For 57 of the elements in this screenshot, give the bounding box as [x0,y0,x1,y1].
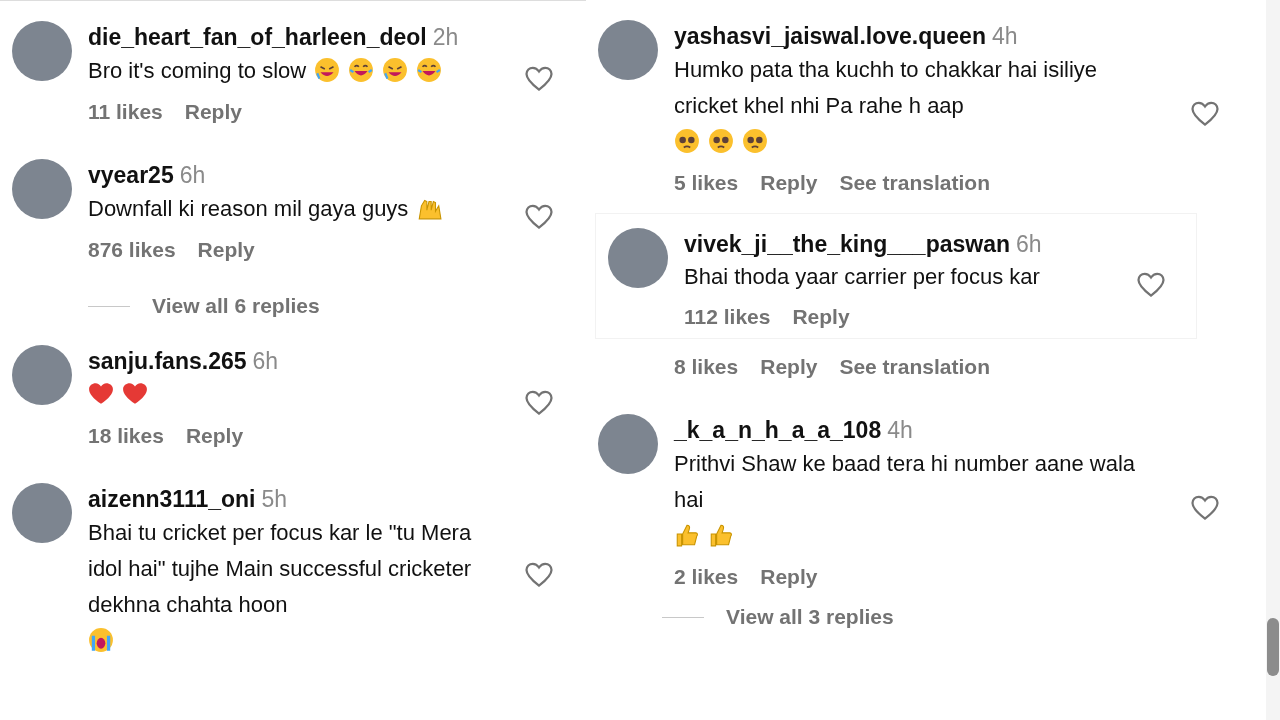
username[interactable]: vyear25 [88,162,174,188]
username[interactable]: _k_a_n_h_a_a_108 [674,417,882,443]
thumbs-up-icon [674,522,700,548]
likes-count: 8 likes [674,354,739,380]
avatar-placeholder[interactable] [598,20,658,80]
laughing-face-icon [416,57,443,83]
likes-count: 11 likes [88,99,163,125]
thumbs-up-icon [708,522,734,548]
avatar-placeholder[interactable] [12,483,72,543]
likes-count: 18 likes [88,423,164,449]
comment-text: Humko pata tha kuchh to chakkar hai isiliye cricket khel nhi Pa rahe h aap [674,56,1099,120]
see-translation-link[interactable]: See translation [839,166,990,200]
laughing-face-icon [348,57,375,83]
comment-time: 6h [1016,231,1042,257]
avatar-placeholder[interactable] [608,228,668,288]
avatar-placeholder[interactable] [12,159,72,219]
comment-text: Bhai thoda yaar carrier per focus kar [684,263,1040,291]
username[interactable]: yashasvi_jaiswal.love.queen [674,23,986,49]
reply-link[interactable]: Reply [760,166,818,200]
likes-count: 112 likes [684,304,771,330]
scrollbar-thumb[interactable] [1267,618,1279,676]
comment-time: 6h [179,162,206,188]
username[interactable]: die_heart_fan_of_harleen_deol [88,24,427,50]
username[interactable]: sanju.fans.265 [88,348,247,374]
laughing-face-icon [314,57,341,83]
comment-time: 5h [261,486,288,512]
likes-count: 2 likes [674,564,739,590]
see-translation-link[interactable]: See translation [839,350,990,384]
pleading-face-icon [674,128,700,154]
likes-count: 876 likes [88,237,176,263]
avatar-placeholder[interactable] [12,21,72,81]
scrollbar-track[interactable] [1266,0,1280,720]
reply-link[interactable]: Reply [184,95,242,129]
avatar-placeholder[interactable] [598,414,658,474]
view-replies-link[interactable]: View all 3 replies [726,600,894,634]
pleading-face-icon [742,128,768,154]
comment-time: 4h [991,23,1018,49]
likes-count: 5 likes [674,170,739,196]
crying-face-icon [88,627,114,653]
laughing-face-icon [382,57,409,83]
username[interactable]: aizenn3111_oni [88,486,256,512]
comment-text: Bro it's coming to slow [88,57,307,85]
reply-link[interactable]: Reply [197,233,255,267]
view-replies-link[interactable]: View all 6 replies [152,289,320,323]
comment-time: 2h [432,24,459,50]
comment-time: 4h [887,417,913,443]
reply-link[interactable]: Reply [792,300,850,334]
reply-link[interactable]: Reply [185,419,244,453]
reply-link[interactable]: Reply [760,560,818,594]
reply-link[interactable]: Reply [760,350,818,384]
pleading-face-icon [708,128,734,154]
comment-text: Downfall ki reason mil gaya guys [88,195,409,223]
comment-text: Prithvi Shaw ke baad tera hi number aane wala hai [674,450,1137,514]
avatar-placeholder[interactable] [12,345,72,405]
username[interactable]: vivek_ji__the_king___paswan [684,231,1011,257]
comment-text: Bhai tu cricket per focus kar le "tu Mera idol hai" tujhe Main successful cricketer dekhna chahta hoon [88,519,473,619]
comment-time: 6h [252,348,279,374]
